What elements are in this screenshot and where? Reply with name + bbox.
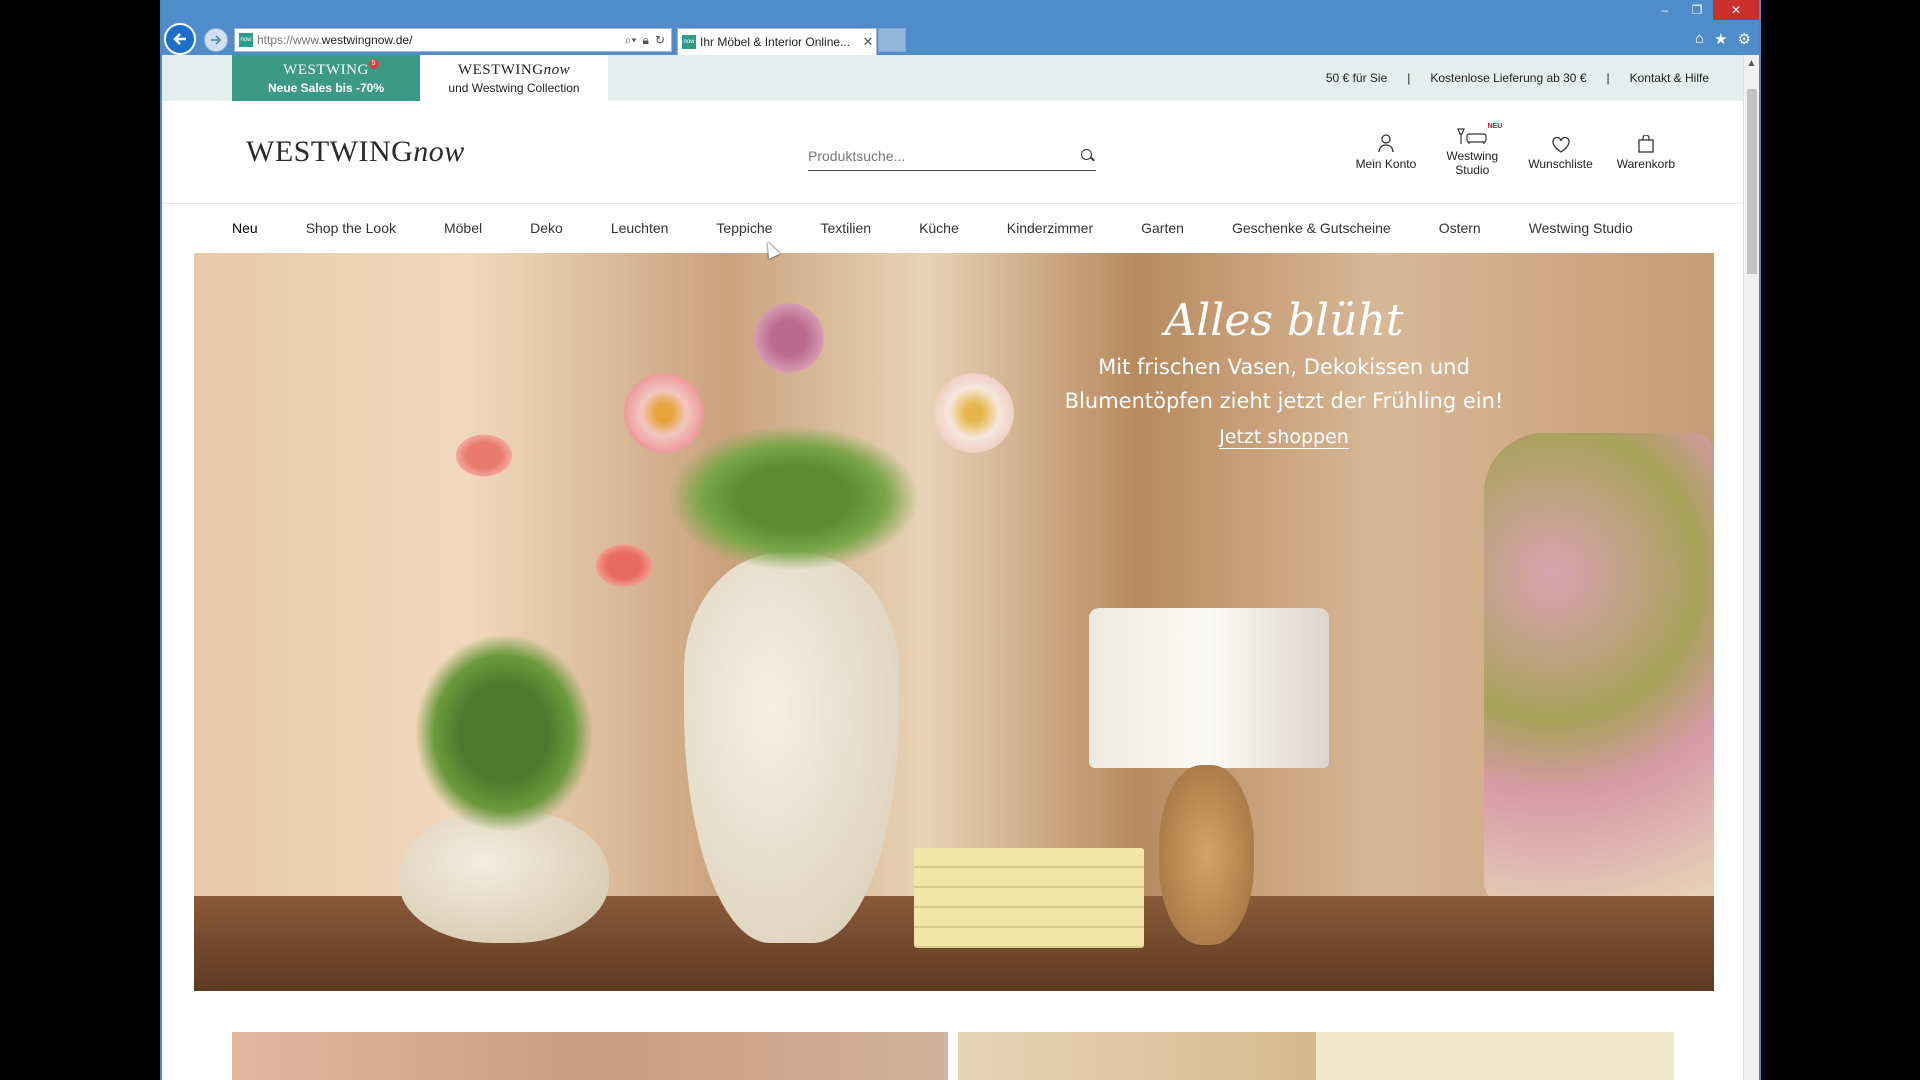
main-navigation: Neu Shop the Look Möbel Deko Leuchten Te… bbox=[162, 204, 1745, 252]
shopping-bag-icon bbox=[1638, 135, 1654, 153]
sales-count-badge: 5 bbox=[368, 58, 379, 69]
service-links: 50 € für Sie | Kostenlose Lieferung ab 3… bbox=[1326, 55, 1709, 101]
hero-text-block: Alles blüht Mit frischen Vasen, Dekokiss… bbox=[1054, 295, 1514, 448]
back-button[interactable] bbox=[164, 23, 196, 55]
favorites-star-icon[interactable]: ★ bbox=[1714, 30, 1727, 48]
hero-flower bbox=[624, 373, 704, 453]
hero-flower bbox=[934, 373, 1014, 453]
nav-item-textilien[interactable]: Textilien bbox=[820, 220, 871, 236]
address-bar[interactable]: now https://www.westwingnow.de/ ⌕▾ 🔒︎ ↻ bbox=[234, 28, 672, 52]
refresh-icon[interactable]: ↻ bbox=[655, 33, 665, 48]
account-button[interactable]: Mein Konto bbox=[1355, 123, 1417, 177]
westwingnow-brand: WESTWINGnow bbox=[457, 61, 571, 78]
hero-banner[interactable]: Alles blüht Mit frischen Vasen, Dekokiss… bbox=[194, 253, 1714, 991]
window-controls: – ❐ ✕ bbox=[1649, 0, 1759, 20]
nav-item-kinderzimmer[interactable]: Kinderzimmer bbox=[1007, 220, 1093, 236]
free-delivery-link[interactable]: Kostenlose Lieferung ab 30 € bbox=[1430, 71, 1586, 85]
new-tab-button[interactable] bbox=[878, 28, 906, 52]
nav-item-teppiche[interactable]: Teppiche bbox=[716, 220, 772, 236]
wishlist-button[interactable]: Wunschliste bbox=[1528, 123, 1593, 177]
sales-label: Neue Sales bis -70% bbox=[267, 80, 385, 95]
shop-now-link[interactable]: Jetzt shoppen bbox=[1219, 426, 1349, 448]
nav-item-geschenke-gutscheine[interactable]: Geschenke & Gutscheine bbox=[1232, 220, 1391, 236]
teaser-tile-image[interactable] bbox=[232, 1032, 948, 1080]
home-icon[interactable]: ⌂ bbox=[1695, 30, 1704, 48]
teaser-tiles bbox=[232, 1032, 1674, 1080]
separator: | bbox=[1407, 71, 1411, 85]
contact-help-link[interactable]: Kontakt & Hilfe bbox=[1630, 71, 1709, 85]
search-bar bbox=[808, 141, 1096, 171]
collection-label: und Westwing Collection bbox=[448, 80, 580, 95]
westwingnow-tab[interactable]: WESTWINGnow und Westwing Collection bbox=[420, 55, 608, 101]
close-tab-icon[interactable]: ✕ bbox=[860, 34, 876, 50]
cart-button[interactable]: Warenkorb bbox=[1617, 123, 1675, 177]
nav-item-garten[interactable]: Garten bbox=[1141, 220, 1184, 236]
westwingnow-logo[interactable]: WESTWINGnow bbox=[246, 135, 465, 169]
settings-gear-icon[interactable]: ⚙ bbox=[1738, 30, 1751, 48]
shop-switch-bar: WESTWING 5 Neue Sales bis -70% WESTWINGno… bbox=[162, 55, 1745, 101]
hero-subtitle-line-2: Blumentöpfen zieht jetzt der Frühling ei… bbox=[1064, 389, 1504, 413]
separator: | bbox=[1606, 71, 1610, 85]
nav-item-moebel[interactable]: Möbel bbox=[444, 220, 482, 236]
url-text[interactable]: https://www.westwingnow.de/ bbox=[257, 33, 625, 47]
arrow-left-icon bbox=[173, 33, 186, 45]
hero-flower bbox=[594, 543, 654, 588]
hero-foliage bbox=[664, 423, 924, 573]
screen: now https://www.westwingnow.de/ ⌕▾ 🔒︎ ↻ … bbox=[0, 0, 1920, 1080]
hero-foliage bbox=[414, 633, 594, 833]
browser-window: now https://www.westwingnow.de/ ⌕▾ 🔒︎ ↻ … bbox=[160, 0, 1761, 1080]
teaser-tile-image[interactable] bbox=[1316, 1032, 1674, 1080]
vertical-scrollbar[interactable]: ▲ bbox=[1743, 55, 1759, 1080]
nav-item-leuchten[interactable]: Leuchten bbox=[611, 220, 669, 236]
nav-item-kueche[interactable]: Küche bbox=[919, 220, 959, 236]
voucher-link[interactable]: 50 € für Sie bbox=[1326, 71, 1387, 85]
nav-item-westwing-studio[interactable]: Westwing Studio bbox=[1529, 220, 1633, 236]
hero-flower bbox=[454, 433, 514, 478]
wishlist-label: Wunschliste bbox=[1528, 157, 1593, 171]
search-input[interactable] bbox=[808, 147, 1080, 164]
account-label: Mein Konto bbox=[1355, 157, 1417, 171]
scroll-up-icon[interactable]: ▲ bbox=[1744, 55, 1759, 71]
new-badge: NEU bbox=[1487, 123, 1503, 130]
westwing-brand: WESTWING 5 bbox=[283, 58, 379, 79]
minimize-icon[interactable]: – bbox=[1649, 0, 1681, 20]
hero-cushion-image bbox=[1484, 433, 1714, 903]
site-favicon: now bbox=[239, 33, 253, 47]
user-icon bbox=[1378, 134, 1394, 153]
nav-item-ostern[interactable]: Ostern bbox=[1439, 220, 1481, 236]
tab-westwingnow[interactable]: now Ihr Möbel & Interior Online... ✕ bbox=[677, 28, 877, 55]
search-icon[interactable] bbox=[1080, 148, 1096, 164]
restore-icon[interactable]: ❐ bbox=[1681, 0, 1713, 20]
westwing-sales-tab[interactable]: WESTWING 5 Neue Sales bis -70% bbox=[232, 55, 420, 101]
teaser-tile-image[interactable] bbox=[958, 1032, 1316, 1080]
arrow-right-icon bbox=[211, 35, 222, 45]
header-actions: Mein Konto NEU Westwing Studio Wunschlis… bbox=[1356, 123, 1675, 177]
sofa-lamp-icon bbox=[1457, 128, 1487, 144]
cart-label: Warenkorb bbox=[1616, 157, 1675, 171]
browser-titlebar: now https://www.westwingnow.de/ ⌕▾ 🔒︎ ↻ … bbox=[162, 0, 1759, 55]
scroll-thumb[interactable] bbox=[1747, 89, 1757, 274]
studio-label: Westwing Studio bbox=[1446, 149, 1499, 177]
tab-favicon: now bbox=[682, 35, 696, 49]
hero-books-image bbox=[914, 848, 1144, 948]
lock-icon[interactable]: 🔒︎ bbox=[643, 33, 649, 48]
nav-item-deko[interactable]: Deko bbox=[530, 220, 563, 236]
hero-subtitle-line-1: Mit frischen Vasen, Dekokissen und bbox=[1098, 355, 1470, 379]
search-icon[interactable]: ⌕▾ bbox=[625, 33, 637, 48]
forward-button[interactable] bbox=[204, 28, 228, 52]
heart-icon bbox=[1551, 137, 1570, 153]
hero-title: Alles blüht bbox=[1164, 295, 1404, 346]
nav-item-neu[interactable]: Neu bbox=[232, 220, 258, 236]
hero-large-vase-image bbox=[684, 553, 899, 943]
tab-title: Ihr Möbel & Interior Online... bbox=[700, 35, 851, 49]
hero-flower bbox=[754, 293, 824, 383]
hero-lamp-shade-image bbox=[1089, 608, 1329, 768]
site-header: WESTWINGnow Mein Konto NEU Westwing Stud… bbox=[162, 101, 1745, 204]
nav-item-shop-the-look[interactable]: Shop the Look bbox=[306, 220, 396, 236]
studio-button[interactable]: NEU Westwing Studio bbox=[1440, 123, 1504, 177]
close-window-icon[interactable]: ✕ bbox=[1713, 0, 1759, 20]
hero-lamp-base-image bbox=[1159, 765, 1254, 945]
web-page: WESTWING 5 Neue Sales bis -70% WESTWINGno… bbox=[162, 55, 1745, 1080]
